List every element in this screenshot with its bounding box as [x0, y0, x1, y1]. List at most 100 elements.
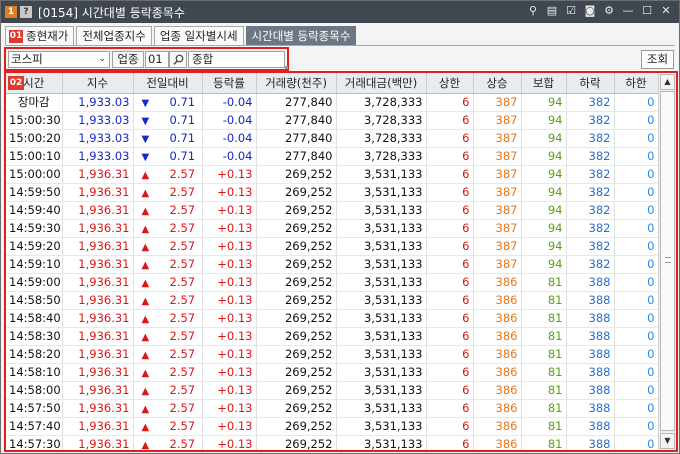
row-flat-count: 94 [521, 219, 567, 238]
row-volume: 269,252 [256, 201, 337, 220]
row-rate: +0.13 [202, 345, 257, 364]
row-upper-count: 6 [426, 93, 474, 112]
row-lower-count: 0 [614, 147, 659, 166]
table-row[interactable]: 14:59:00 1,936.31 ▲ 2.57 +0.13 269,252 3,531,1… [6, 273, 659, 292]
row-rise-count: 387 [473, 237, 522, 256]
scroll-up-icon[interactable]: ▲ [660, 74, 675, 90]
table-row[interactable]: 15:00:00 1,936.31 ▲ 2.57 +0.13 269,252 3,531,1… [6, 165, 659, 184]
tab-all-sector-index[interactable]: 전체업종지수 [76, 26, 152, 46]
row-rise-count: 386 [473, 417, 522, 436]
layout-icon[interactable]: ▤ [545, 4, 559, 18]
row-flat-count: 81 [521, 273, 567, 292]
table-row[interactable]: 14:57:40 1,936.31 ▲ 2.57 +0.13 269,252 3,531,1… [6, 417, 659, 436]
row-rate: +0.13 [202, 165, 257, 184]
column-header-volume[interactable]: 거래량(천주) [256, 73, 337, 94]
row-fall-count: 388 [566, 327, 615, 346]
tab-label: 전체업종지수 [82, 29, 146, 43]
row-upper-count: 6 [426, 381, 474, 400]
table-row[interactable]: 14:59:40 1,936.31 ▲ 2.57 +0.13 269,252 3,531,1… [6, 201, 659, 220]
scrollbar-thumb[interactable] [660, 91, 675, 431]
row-volume: 269,252 [256, 399, 337, 418]
tab-stock-price[interactable]: 01 종현재가 [5, 26, 75, 46]
row-amount: 3,531,133 [336, 381, 427, 400]
resize-handle[interactable] [285, 66, 288, 69]
table-row[interactable]: 15:00:20 1,933.03 ▼ 0.71 -0.04 277,840 3,728,3… [6, 129, 659, 148]
row-upper-count: 6 [426, 183, 474, 202]
column-header-flat[interactable]: 보합 [521, 73, 567, 94]
maximize-icon[interactable]: ☐ [640, 4, 654, 18]
row-lower-count: 0 [614, 417, 659, 436]
close-icon[interactable]: ✕ [659, 4, 673, 18]
vertical-scrollbar[interactable]: ▲ ▼ [658, 73, 676, 450]
row-amount: 3,728,333 [336, 129, 427, 148]
row-upper-count: 6 [426, 309, 474, 328]
query-button[interactable]: 조회 [641, 50, 674, 69]
sector-search-button[interactable] [169, 51, 187, 68]
row-amount: 3,531,133 [336, 435, 427, 450]
up-triangle-icon: ▲ [141, 332, 150, 343]
table-row[interactable]: 14:59:20 1,936.31 ▲ 2.57 +0.13 269,252 3,531,1… [6, 237, 659, 256]
title-bar[interactable]: 1 ? [0154] 시간대별 등락종목수 ⚲ ▤ ☑ ◙ ⚙ — ☐ ✕ [1, 1, 679, 23]
row-upper-count: 6 [426, 417, 474, 436]
row-lower-count: 0 [614, 309, 659, 328]
row-volume: 269,252 [256, 435, 337, 450]
table-row[interactable]: 14:59:30 1,936.31 ▲ 2.57 +0.13 269,252 3,531,1… [6, 219, 659, 238]
row-rise-count: 387 [473, 165, 522, 184]
settings-icon[interactable]: ⚙ [602, 4, 616, 18]
row-time: 14:58:00 [6, 381, 63, 400]
table-row[interactable]: 14:58:50 1,936.31 ▲ 2.57 +0.13 269,252 3,531,1… [6, 291, 659, 310]
market-select[interactable]: 코스피 ⌄ [8, 51, 110, 68]
row-time: 14:59:10 [6, 255, 63, 274]
table-row[interactable]: 14:58:10 1,936.31 ▲ 2.57 +0.13 269,252 3,531,1… [6, 363, 659, 382]
row-rise-count: 386 [473, 309, 522, 328]
change-value: 2.57 [169, 293, 196, 307]
row-lower-count: 0 [614, 381, 659, 400]
down-triangle-icon: ▼ [141, 116, 150, 127]
row-time: 14:58:50 [6, 291, 63, 310]
row-time: 15:00:10 [6, 147, 63, 166]
table-row[interactable]: 14:58:20 1,936.31 ▲ 2.57 +0.13 269,252 3,531,1… [6, 345, 659, 364]
column-header-lower[interactable]: 하한 [614, 73, 659, 94]
sector-code-input[interactable]: 01 [145, 51, 169, 68]
column-header-index[interactable]: 지수 [62, 73, 134, 94]
table-row[interactable]: 14:58:30 1,936.31 ▲ 2.57 +0.13 269,252 3,531,1… [6, 327, 659, 346]
row-upper-count: 6 [426, 237, 474, 256]
column-header-rise[interactable]: 상승 [473, 73, 522, 94]
column-header-rate[interactable]: 등락률 [202, 73, 257, 94]
change-value: 2.57 [169, 329, 196, 343]
table-row[interactable]: 장마감 1,933.03 ▼ 0.71 -0.04 277,840 3,728,333 6 38… [6, 93, 659, 112]
tab-time-advance-decline[interactable]: 시간대별 등락종목수 [245, 26, 357, 46]
table-row[interactable]: 15:00:30 1,933.03 ▼ 0.71 -0.04 277,840 3,728,3… [6, 111, 659, 130]
change-value: 0.71 [169, 113, 196, 127]
camera-icon[interactable]: ◙ [583, 4, 597, 18]
table-row[interactable]: 14:58:40 1,936.31 ▲ 2.57 +0.13 269,252 3,531,1… [6, 309, 659, 328]
grip-icon [665, 257, 671, 263]
tab-sector-daily-price[interactable]: 업종 일자별시세 [153, 26, 244, 46]
help-icon[interactable]: ? [20, 6, 32, 18]
row-fall-count: 382 [566, 111, 615, 130]
screen-number-badge[interactable]: 1 [5, 6, 17, 18]
table-row[interactable]: 14:59:10 1,936.31 ▲ 2.57 +0.13 269,252 3,531,1… [6, 255, 659, 274]
table-row[interactable]: 14:57:30 1,936.31 ▲ 2.57 +0.13 269,252 3,531,1… [6, 435, 659, 450]
row-index: 1,936.31 [62, 255, 134, 274]
note-icon[interactable]: ☑ [564, 4, 578, 18]
table-row[interactable]: 14:57:50 1,936.31 ▲ 2.57 +0.13 269,252 3,531,1… [6, 399, 659, 418]
table-row[interactable]: 15:00:10 1,933.03 ▼ 0.71 -0.04 277,840 3,728,3… [6, 147, 659, 166]
column-header-fall[interactable]: 하락 [566, 73, 615, 94]
row-time: 14:58:10 [6, 363, 63, 382]
column-header-amount[interactable]: 거래대금(백만) [336, 73, 427, 94]
row-lower-count: 0 [614, 435, 659, 450]
table-row[interactable]: 14:58:00 1,936.31 ▲ 2.57 +0.13 269,252 3,531,1… [6, 381, 659, 400]
table-row[interactable]: 14:59:50 1,936.31 ▲ 2.57 +0.13 269,252 3,531,1… [6, 183, 659, 202]
row-upper-count: 6 [426, 363, 474, 382]
column-header-change[interactable]: 전일대비 [133, 73, 203, 94]
scroll-down-icon[interactable]: ▼ [660, 433, 675, 449]
row-change: ▲ 2.57 [133, 291, 203, 310]
column-header-upper[interactable]: 상한 [426, 73, 474, 94]
pin-icon[interactable]: ⚲ [526, 4, 540, 18]
chevron-down-icon[interactable]: ⌄ [98, 52, 106, 67]
minimize-icon[interactable]: — [621, 4, 635, 18]
row-rate: +0.13 [202, 237, 257, 256]
row-flat-count: 94 [521, 111, 567, 130]
row-rate: +0.13 [202, 291, 257, 310]
